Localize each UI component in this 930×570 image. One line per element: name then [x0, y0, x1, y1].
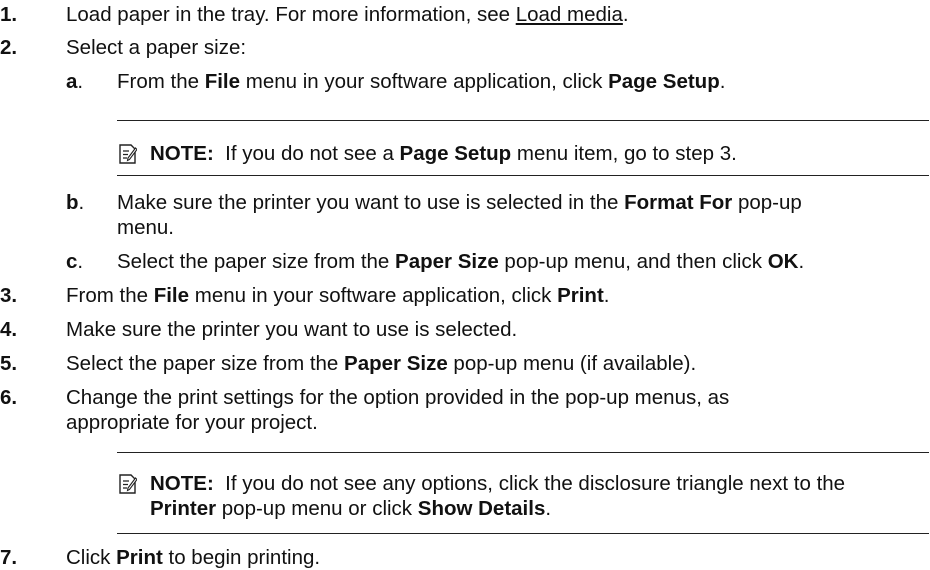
substep-text: Make sure the printer you want to use is… — [117, 191, 802, 214]
note-bottom-rule — [117, 533, 929, 534]
step-text: Load paper in the tray. For more informa… — [66, 3, 629, 26]
load-media-link[interactable]: Load media — [516, 3, 623, 26]
substep-letter: c. — [66, 250, 84, 273]
substep-text: Select the paper size from the Paper Siz… — [117, 250, 805, 273]
note-box: NOTE: If you do not see a Page Setup men… — [117, 120, 929, 176]
note-icon — [119, 144, 137, 164]
step-number: 2. — [0, 36, 18, 59]
note-bottom-rule — [117, 175, 929, 176]
note-text-continued: Printer pop-up menu or click Show Detail… — [150, 497, 552, 520]
step-number: 6. — [0, 386, 18, 409]
step-text: Select the paper size from the Paper Siz… — [66, 352, 697, 375]
note-text: NOTE: If you do not see any options, cli… — [150, 472, 846, 495]
substep-text: From the File menu in your software appl… — [117, 70, 726, 93]
step-number: 3. — [0, 284, 18, 307]
step-text: Select a paper size: — [66, 36, 247, 59]
step-text: Change the print settings for the option… — [66, 386, 730, 409]
note-text: NOTE: If you do not see a Page Setup men… — [150, 142, 737, 165]
step-text: Make sure the printer you want to use is… — [66, 318, 518, 341]
step-number: 5. — [0, 352, 18, 375]
note-top-rule — [117, 120, 929, 121]
step-number: 7. — [0, 546, 18, 569]
substep-text-continued: menu. — [117, 216, 174, 239]
note-top-rule — [117, 452, 929, 453]
step-text-continued: appropriate for your project. — [66, 411, 318, 434]
substep-letter: b. — [66, 191, 85, 214]
step-text: From the File menu in your software appl… — [66, 284, 610, 307]
step-text: Click Print to begin printing. — [66, 546, 321, 569]
substep-letter: a. — [66, 70, 84, 93]
note-icon — [119, 474, 137, 494]
note-box: NOTE: If you do not see any options, cli… — [117, 452, 929, 534]
step-number: 4. — [0, 318, 18, 341]
step-number: 1. — [0, 3, 18, 26]
